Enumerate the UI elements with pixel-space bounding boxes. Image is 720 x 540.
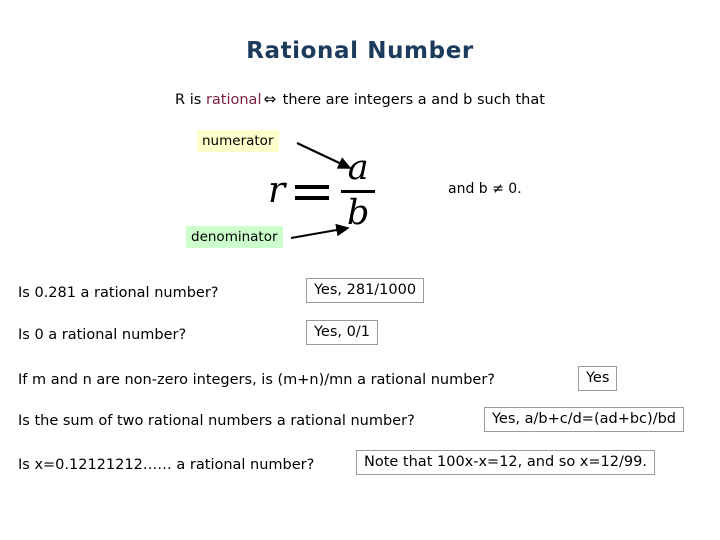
- equation-r-equals-a-over-b: r a b: [268, 148, 376, 233]
- definition-prefix: R is: [175, 92, 206, 108]
- answer-box-4: Yes, a/b+c/d=(ad+bc)/bd: [484, 407, 684, 432]
- fraction: a b: [341, 148, 376, 233]
- answer-box-2: Yes, 0/1: [306, 320, 378, 345]
- definition-suffix: there are integers a and b such that: [278, 92, 545, 108]
- numerator-label: numerator: [197, 130, 279, 152]
- answer-box-5: Note that 100x-x=12, and so x=12/99.: [356, 450, 655, 475]
- question-4: Is the sum of two rational numbers a rat…: [18, 413, 415, 429]
- answer-box-3: Yes: [578, 366, 618, 391]
- equals-sign-icon: [295, 176, 330, 206]
- equation-variable: r: [268, 169, 286, 211]
- definition-line: R is rational ⇔ there are integers a and …: [0, 90, 720, 108]
- iff-icon: ⇔: [263, 90, 277, 108]
- fraction-denominator: b: [347, 192, 370, 233]
- question-1: Is 0.281 a rational number?: [18, 285, 219, 301]
- question-3: If m and n are non-zero integers, is (m+…: [18, 372, 495, 388]
- condition-text: and b ≠ 0.: [448, 181, 522, 197]
- answer-box-1: Yes, 281/1000: [306, 278, 425, 303]
- slide-canvas: Rational Number R is rational ⇔ there are…: [0, 0, 720, 540]
- fraction-numerator: a: [347, 148, 369, 188]
- question-5: Is x=0.12121212…… a rational number?: [18, 457, 315, 473]
- definition-keyword: rational: [205, 92, 262, 108]
- page-title: Rational Number: [246, 38, 474, 64]
- question-2: Is 0 a rational number?: [18, 327, 187, 343]
